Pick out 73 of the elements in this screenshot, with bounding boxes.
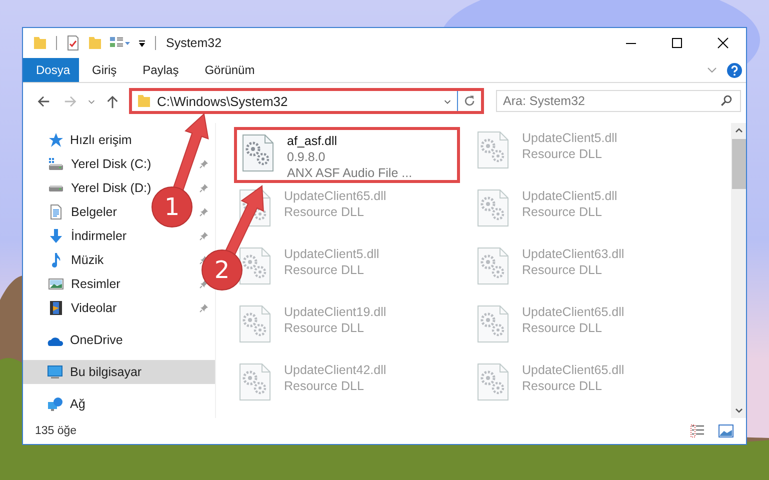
file-detail: Resource DLL — [522, 262, 603, 278]
pin-icon[interactable] — [199, 159, 209, 169]
checklist-icon[interactable] — [65, 35, 81, 51]
sidebar-item[interactable]: Videolar — [48, 296, 117, 320]
sidebar-item[interactable]: Müzik — [48, 248, 104, 272]
network-icon — [47, 396, 63, 412]
file-detail: Resource DLL — [284, 320, 365, 336]
file-detail: Resource DLL — [522, 204, 603, 220]
ribbon-tab[interactable]: Görünüm — [192, 58, 268, 82]
maximize-icon — [671, 37, 683, 49]
chevron-icon[interactable] — [707, 65, 717, 75]
document-icon — [48, 204, 64, 220]
search-icon — [720, 94, 733, 107]
callout-number: 2 — [214, 258, 230, 282]
help-icon[interactable] — [727, 62, 742, 78]
up-arrow-icon[interactable] — [105, 94, 120, 108]
sidebar-item[interactable]: Belgeler — [48, 200, 117, 224]
file-detail: Resource DLL — [284, 204, 365, 220]
scrollbar[interactable] — [731, 123, 746, 418]
gear-file-icon — [241, 133, 275, 173]
star-icon — [47, 132, 63, 148]
ribbon-tab[interactable]: Giriş — [79, 58, 130, 82]
drive-icon — [48, 184, 64, 192]
gear-file-icon — [476, 188, 510, 228]
ribbon-tab[interactable]: Dosya — [23, 58, 79, 82]
gear-file-icon — [238, 362, 272, 402]
folder-icon — [136, 93, 152, 109]
details-view-icon[interactable] — [690, 423, 706, 439]
pin-icon[interactable] — [199, 303, 209, 313]
gear-file-icon — [238, 246, 272, 286]
pictures-icon — [48, 276, 64, 292]
file-detail: Resource DLL — [522, 146, 603, 162]
file-detail: Resource DLL — [522, 320, 603, 336]
file-detail: Resource DLL — [522, 378, 603, 394]
file-detail: Resource DLL — [284, 262, 365, 278]
sidebar-item[interactable]: Yerel Disk (D:) — [48, 176, 152, 200]
pin-icon[interactable] — [199, 183, 209, 193]
pin-icon[interactable] — [199, 207, 209, 217]
file-detail: 0.9.8.0 — [287, 149, 326, 165]
minimize-icon — [625, 42, 637, 44]
window-title: System32 — [166, 36, 222, 50]
file-detail: Resource DLL — [284, 378, 365, 394]
film-icon — [48, 300, 64, 316]
sidebar-item[interactable]: Hızlı erişim — [23, 128, 215, 152]
sidebar-item[interactable]: Ağ — [23, 392, 215, 416]
gear-file-icon — [476, 362, 510, 402]
callout-number: 1 — [164, 195, 180, 219]
address-path: C:\Windows\System32 — [157, 94, 289, 108]
item-count: 135 öğe — [35, 425, 77, 437]
gear-file-icon — [476, 246, 510, 286]
file-name: af_asf.dll — [287, 133, 338, 149]
close-icon — [717, 37, 729, 49]
refresh-icon[interactable] — [463, 94, 477, 108]
sidebar-item[interactable]: Bu bilgisayar — [23, 360, 215, 384]
down-arrow-icon — [48, 228, 64, 244]
sidebar-item[interactable]: OneDrive — [23, 328, 215, 352]
file-detail: ANX ASF Audio File ... — [287, 165, 412, 181]
gear-file-icon — [238, 304, 272, 344]
sidebar-item[interactable]: Resimler — [48, 272, 120, 296]
pin-icon[interactable] — [199, 231, 209, 241]
sidebar-item[interactable]: İndirmeler — [48, 224, 127, 248]
search-field[interactable]: Ara: System32 — [496, 90, 741, 112]
ribbon-tab[interactable]: Paylaş — [130, 58, 192, 82]
scroll-thumb[interactable] — [732, 139, 746, 189]
monitor-icon — [47, 364, 63, 380]
gear-file-icon — [476, 304, 510, 344]
drive-icon — [48, 156, 64, 172]
file-item[interactable]: af_asf.dll 0.9.8.0 ANX ASF Audio File ... — [234, 127, 460, 183]
gear-file-icon — [476, 130, 510, 170]
address-field[interactable]: C:\Windows\System32 — [129, 88, 484, 114]
sidebar-item[interactable]: Yerel Disk (C:) — [48, 152, 152, 176]
thumbnail-view-icon[interactable] — [718, 423, 734, 439]
back-arrow-icon[interactable] — [36, 94, 51, 108]
